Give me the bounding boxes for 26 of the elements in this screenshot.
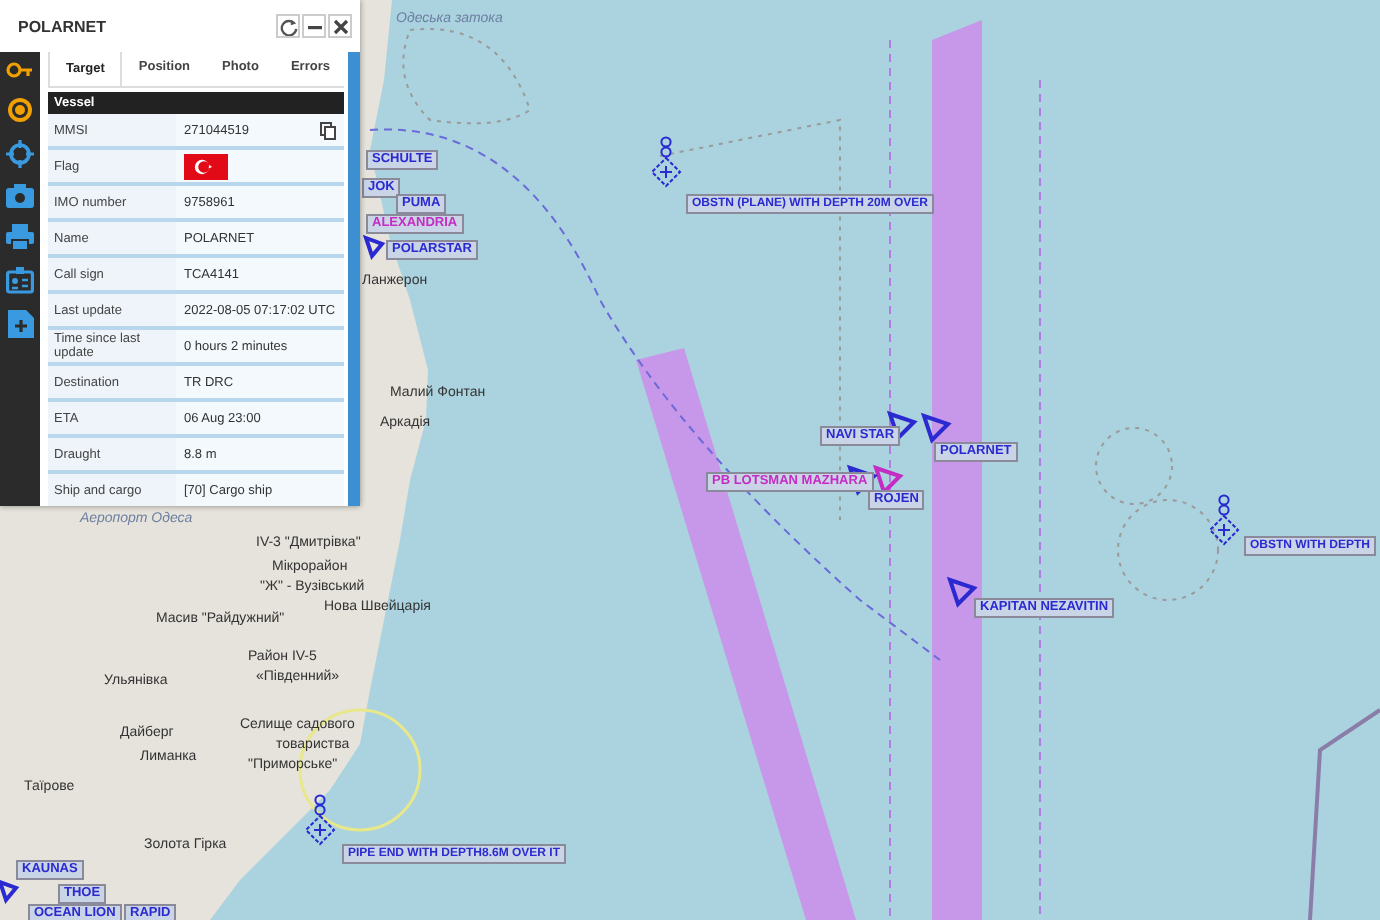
minimize-button[interactable] [302,14,326,38]
obstruction-icon [1208,494,1240,546]
area-boundary [1095,427,1173,505]
camera-icon[interactable] [6,184,34,208]
id-card-icon[interactable] [6,266,34,294]
refresh-button[interactable] [276,14,300,38]
vessel-icon[interactable] [362,234,386,261]
vessel-icon[interactable] [0,878,20,905]
close-button[interactable] [328,14,352,38]
crosshair-icon[interactable] [6,140,34,168]
copy-icon[interactable] [320,121,336,139]
obstruction-icon [650,136,682,188]
vessel-icon[interactable] [920,412,952,444]
area-boundary [402,28,531,125]
close-icon [331,17,349,35]
vessel-icon[interactable] [872,464,904,496]
obstruction-icon [304,794,336,846]
vessel-icon[interactable] [946,576,978,608]
scrollbar[interactable] [348,52,360,506]
area-boundary [1117,499,1219,601]
key-icon[interactable] [6,60,34,80]
printer-icon[interactable] [6,224,34,250]
target-icon[interactable] [6,96,34,124]
window-title: POLARNET [18,17,106,35]
add-document-icon[interactable] [7,310,33,338]
refresh-icon [279,17,297,35]
